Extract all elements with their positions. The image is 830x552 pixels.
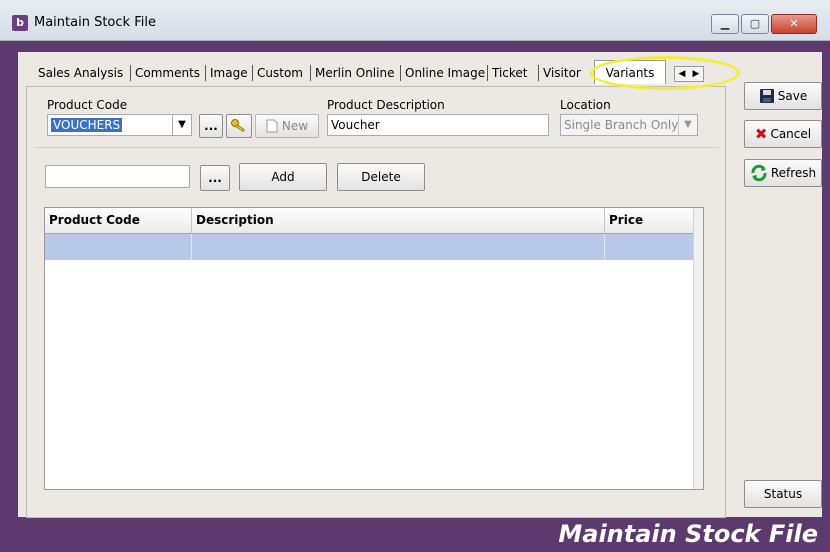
add-variant-button[interactable]: Add [239, 163, 327, 191]
save-button-label: Save [777, 89, 808, 103]
tab-separator [400, 65, 401, 81]
refresh-icon [751, 164, 767, 182]
close-button[interactable]: ✕ [771, 14, 817, 34]
tab-separator [252, 65, 253, 81]
title-bar[interactable]: b Maintain Stock File ▁ ▢ ✕ [0, 0, 830, 41]
new-document-icon [266, 119, 278, 133]
new-product-button[interactable]: New [255, 114, 319, 138]
refresh-button-label: Refresh [770, 166, 817, 180]
new-button-label: New [281, 119, 309, 133]
chevron-down-icon[interactable]: ▼ [678, 115, 697, 135]
product-code-combo[interactable]: VOUCHERS ▼ [47, 114, 192, 136]
key-lookup-button[interactable] [226, 114, 252, 138]
tab-custom[interactable]: Custom [257, 62, 303, 84]
maximize-button[interactable]: ▢ [741, 14, 769, 34]
tab-separator [205, 65, 206, 81]
tab-separator [310, 65, 311, 81]
cancel-x-icon: ✖ [754, 125, 768, 143]
save-icon [759, 89, 774, 103]
product-description-input[interactable]: Voucher [327, 114, 549, 136]
column-header-product-code[interactable]: Product Code [45, 208, 192, 233]
status-button[interactable]: Status [744, 480, 822, 508]
table-row[interactable] [45, 234, 695, 260]
annotation-highlight-ring [590, 56, 740, 90]
key-icon [231, 119, 245, 133]
minimize-button[interactable]: ▁ [711, 14, 739, 34]
variants-grid[interactable]: Product Code Description Price [44, 207, 704, 490]
vertical-scrollbar[interactable] [693, 208, 703, 489]
tab-merlin-online[interactable]: Merlin Online [315, 62, 394, 84]
row-description-cell[interactable] [192, 234, 605, 260]
grid-header: Product Code Description Price [45, 208, 695, 234]
tab-online-image[interactable]: Online Image [405, 62, 485, 84]
divider [35, 147, 719, 148]
row-product-code-cell[interactable] [45, 234, 192, 260]
product-code-label: Product Code [47, 98, 128, 112]
variant-browse-button[interactable]: ... [200, 165, 230, 191]
tab-separator [487, 65, 488, 81]
cancel-button[interactable]: ✖ Cancel [744, 120, 822, 148]
location-combo[interactable]: Single Branch Only ▼ [560, 114, 698, 136]
save-button[interactable]: Save [744, 82, 822, 110]
product-code-value: VOUCHERS [51, 118, 123, 132]
tab-separator [538, 65, 539, 81]
product-browse-button[interactable]: ... [199, 114, 223, 138]
location-label: Location [560, 98, 611, 112]
tab-comments[interactable]: Comments [135, 62, 200, 84]
footer-form-title: Maintain Stock File [558, 520, 818, 548]
location-value: Single Branch Only [564, 118, 679, 132]
tab-visitor[interactable]: Visitor [543, 62, 591, 84]
refresh-button[interactable]: Refresh [744, 159, 822, 187]
window-title: Maintain Stock File [34, 15, 156, 30]
app-icon: b [12, 15, 28, 31]
tab-separator [130, 65, 131, 81]
cancel-button-label: Cancel [770, 127, 812, 141]
variant-code-input[interactable] [45, 165, 190, 188]
tab-image[interactable]: Image [210, 62, 248, 84]
app-window: b Maintain Stock File ▁ ▢ ✕ Sales Analys… [0, 0, 830, 552]
column-header-description[interactable]: Description [192, 208, 605, 233]
column-header-price[interactable]: Price [605, 208, 695, 233]
chevron-down-icon[interactable]: ▼ [172, 115, 191, 135]
tab-sales-analysis[interactable]: Sales Analysis [38, 62, 123, 84]
side-button-panel: Save ✖ Cancel Refresh Status [728, 62, 822, 517]
delete-variant-button[interactable]: Delete [337, 163, 425, 191]
product-description-label: Product Description [327, 98, 445, 112]
row-price-cell[interactable] [605, 234, 695, 260]
tab-ticket[interactable]: Ticket [492, 62, 528, 84]
client-area: Sales Analysis Comments Image Custom Mer… [18, 52, 822, 518]
